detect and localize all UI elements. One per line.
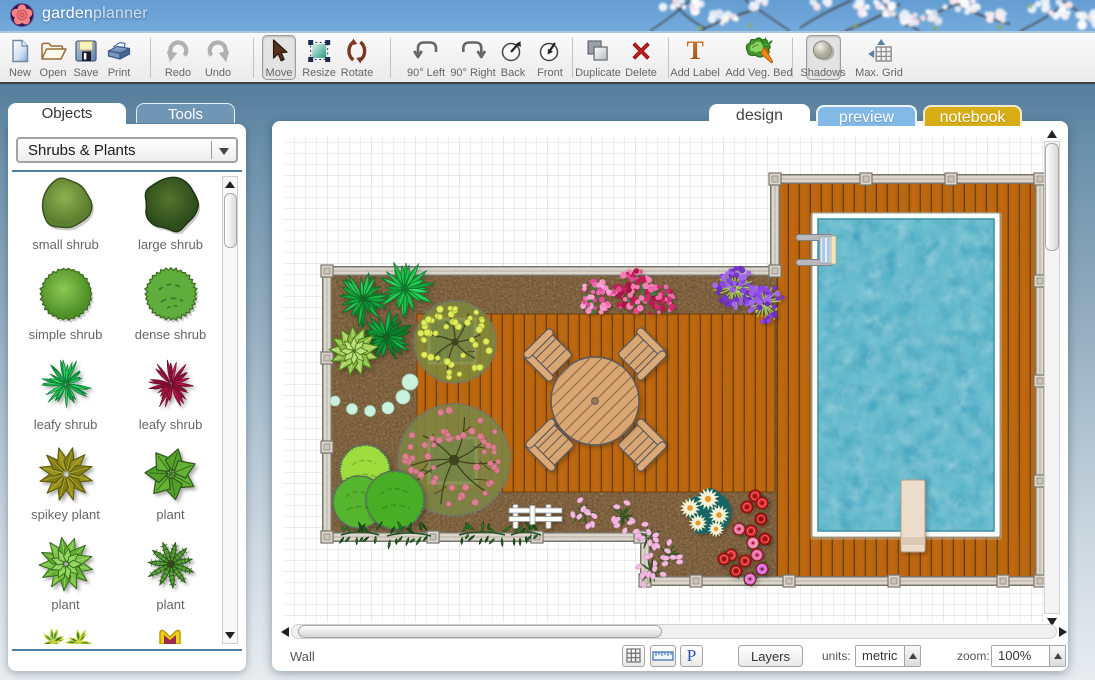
svg-text:T: T <box>686 37 703 65</box>
